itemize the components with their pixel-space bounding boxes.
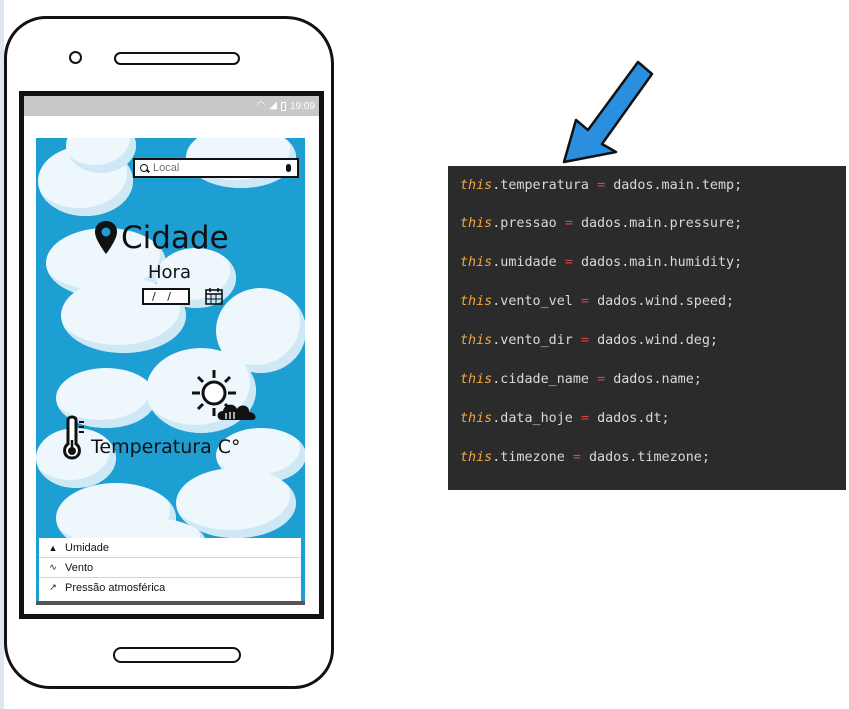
- weather-app: Cidade Hora / /: [36, 138, 305, 605]
- code-operator: =: [580, 333, 589, 348]
- location-pin-icon: [95, 221, 117, 254]
- code-line: this.cidade_name = dados.name;: [460, 372, 702, 387]
- code-operator: =: [572, 450, 581, 465]
- code-keyword: this: [460, 333, 493, 348]
- code-line: this.vento_dir = dados.wind.deg;: [460, 333, 718, 348]
- list-item-pressure[interactable]: ↗ Pressão atmosférica: [39, 578, 301, 597]
- code-property: .data_hoje: [492, 411, 573, 426]
- battery-icon: [280, 101, 286, 111]
- code-keyword: this: [460, 411, 493, 426]
- search-input[interactable]: [149, 162, 283, 174]
- code-line: this.pressao = dados.main.pressure;: [460, 216, 742, 231]
- code-keyword: this: [460, 216, 493, 231]
- wifi-icon: ◠: [256, 100, 266, 111]
- code-property: .vento_dir: [492, 333, 573, 348]
- code-keyword: this: [460, 450, 493, 465]
- code-keyword: this: [460, 178, 493, 193]
- code-value: dados.name;: [613, 372, 702, 387]
- list-item-wind[interactable]: ∿ Vento: [39, 558, 301, 578]
- code-property: .vento_vel: [492, 294, 573, 309]
- info-label: Umidade: [65, 541, 110, 554]
- list-item-humidity[interactable]: ▲ Umidade: [39, 538, 301, 558]
- search-bar[interactable]: [133, 158, 299, 178]
- code-value: dados.timezone;: [589, 450, 710, 465]
- city-heading: Cidade: [94, 220, 229, 256]
- code-keyword: this: [460, 294, 493, 309]
- pressure-icon: ↗: [49, 582, 57, 592]
- code-keyword: this: [460, 372, 493, 387]
- thermometer-icon: [63, 415, 84, 460]
- code-value: dados.main.pressure;: [580, 216, 743, 231]
- code-value: dados.main.temp;: [613, 178, 743, 193]
- speaker-grill: [114, 52, 240, 65]
- home-button[interactable]: [113, 647, 241, 663]
- city-name: Cidade: [121, 220, 229, 256]
- date-field[interactable]: / /: [142, 288, 190, 305]
- sun-cloud-icon: [192, 370, 256, 420]
- microphone-icon[interactable]: [286, 164, 291, 172]
- code-operator: =: [580, 411, 589, 426]
- hour-label: Hora: [148, 262, 191, 283]
- code-property: .timezone: [492, 450, 565, 465]
- code-keyword: this: [460, 255, 493, 270]
- code-line: this.timezone = dados.timezone;: [460, 450, 710, 465]
- phone-screen: ◠ ◢ 19:09 Local Cidade Hora / / Temperat…: [19, 91, 324, 619]
- wind-icon: ∿: [49, 562, 57, 572]
- code-operator: =: [597, 372, 606, 387]
- camera-icon: [69, 51, 82, 64]
- code-property: .pressao: [492, 216, 557, 231]
- code-operator: =: [564, 255, 573, 270]
- code-operator: =: [580, 294, 589, 309]
- code-line: this.vento_vel = dados.wind.speed;: [460, 294, 734, 309]
- signal-icon: ◢: [269, 100, 277, 111]
- drop-icon: ▲: [48, 542, 58, 553]
- info-label: Pressão atmosférica: [65, 581, 166, 594]
- code-snippet: this.temperatura = dados.main.temp; this.…: [448, 166, 846, 490]
- code-operator: =: [564, 216, 573, 231]
- code-value: dados.dt;: [597, 411, 670, 426]
- code-line: this.umidade = dados.main.humidity;: [460, 255, 742, 270]
- bottom-shade: [36, 601, 305, 605]
- code-line: this.data_hoje = dados.dt;: [460, 411, 670, 426]
- arrow-icon: [562, 60, 654, 164]
- code-property: .cidade_name: [492, 372, 589, 387]
- code-operator: =: [597, 178, 606, 193]
- code-value: dados.main.humidity;: [580, 255, 743, 270]
- weather-info-list: ▲ Umidade ∿ Vento ↗ Pressão atmosférica: [39, 538, 301, 601]
- status-bar: ◠ ◢ 19:09: [24, 96, 319, 116]
- phone-mockup: ◠ ◢ 19:09 Local Cidade Hora / / Temperat…: [4, 16, 334, 689]
- code-property: .umidade: [492, 255, 557, 270]
- info-label: Vento: [65, 561, 94, 574]
- search-icon: [140, 163, 149, 173]
- temperature-label: Temperatura C°: [91, 436, 241, 458]
- code-line: this.temperatura = dados.main.temp;: [460, 178, 742, 193]
- code-value: dados.wind.deg;: [597, 333, 718, 348]
- code-property: .temperatura: [492, 178, 589, 193]
- calendar-icon[interactable]: [204, 286, 224, 306]
- status-time: 19:09: [289, 100, 315, 112]
- code-value: dados.wind.speed;: [597, 294, 735, 309]
